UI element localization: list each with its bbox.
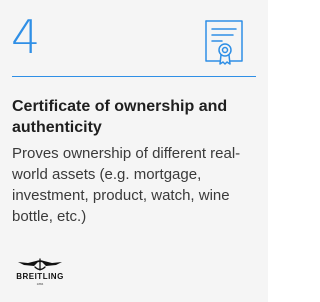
card-number: 4 bbox=[11, 10, 40, 64]
certificate-icon bbox=[203, 19, 245, 65]
feature-card: 4 Certificate of ownership and authentic… bbox=[0, 0, 268, 302]
card-description: Proves ownership of different real-world… bbox=[12, 145, 241, 225]
logo-year: 1884 bbox=[36, 282, 44, 286]
breitling-logo: BREITLING 1884 bbox=[14, 258, 66, 286]
winged-anchor-icon bbox=[18, 258, 62, 271]
card-title: Certificate of ownership and authenticit… bbox=[12, 98, 228, 136]
divider bbox=[12, 76, 256, 77]
logo-wordmark: BREITLING bbox=[16, 272, 64, 281]
